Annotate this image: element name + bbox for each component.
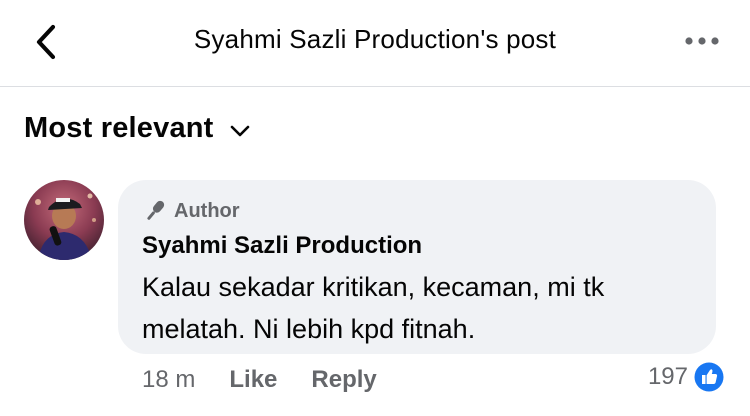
like-button[interactable]: Like bbox=[229, 366, 277, 394]
microphone-icon bbox=[147, 200, 165, 220]
like-reaction-icon bbox=[694, 362, 724, 392]
author-badge: Author bbox=[142, 198, 240, 224]
commenter-name[interactable]: Syahmi Sazli Production bbox=[142, 232, 422, 260]
more-options-button[interactable] bbox=[680, 26, 724, 56]
reaction-count: 197 bbox=[647, 363, 688, 390]
comment-bubble: Author Syahmi Sazli Production Kalau sek… bbox=[118, 180, 716, 354]
reaction-summary[interactable]: 197 bbox=[648, 362, 724, 392]
reply-button[interactable]: Reply bbox=[311, 366, 376, 394]
author-label: Author bbox=[174, 199, 240, 222]
chevron-down-icon bbox=[230, 125, 249, 136]
more-horizontal-icon bbox=[685, 37, 719, 45]
avatar[interactable] bbox=[24, 180, 104, 260]
comment-time[interactable]: 18 m bbox=[142, 366, 195, 394]
sort-label: Most relevant bbox=[24, 112, 214, 144]
post-header: Syahmi Sazli Production's post bbox=[0, 0, 750, 87]
page-title: Syahmi Sazli Production's post bbox=[193, 24, 557, 54]
sort-dropdown[interactable]: Most relevant bbox=[24, 112, 250, 145]
comment-actions: 18 m Like Reply bbox=[142, 366, 377, 394]
comment-text: Kalau sekadar kritikan, kecaman, mi tk m… bbox=[142, 272, 605, 344]
avatar-image bbox=[24, 180, 104, 260]
